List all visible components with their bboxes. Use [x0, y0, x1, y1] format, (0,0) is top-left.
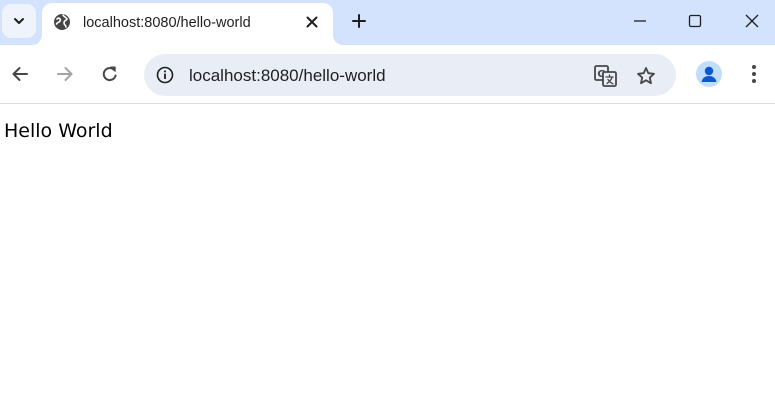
- browser-window: localhost:8080/hello-world localhost:808…: [0, 0, 775, 404]
- tab-strip: localhost:8080/hello-world: [0, 0, 775, 45]
- reload-icon: [102, 66, 117, 82]
- minimize-button[interactable]: [611, 0, 669, 42]
- url-text[interactable]: localhost:8080/hello-world: [189, 66, 386, 86]
- translate-icon: G: [594, 65, 617, 87]
- back-arrow-icon: [12, 67, 28, 81]
- reload-button[interactable]: [94, 58, 126, 90]
- close-icon: [306, 16, 318, 28]
- profile-button[interactable]: [696, 61, 722, 87]
- bookmark-button[interactable]: [633, 63, 659, 89]
- close-tab-button[interactable]: [301, 11, 323, 33]
- new-tab-button[interactable]: [346, 8, 372, 34]
- plus-icon: [352, 14, 366, 28]
- toolbar: localhost:8080/hello-world G: [0, 45, 775, 104]
- page-content: Hello World: [0, 105, 775, 404]
- back-button[interactable]: [4, 58, 36, 90]
- more-vert-icon: [752, 65, 756, 83]
- maximize-icon: [688, 14, 702, 28]
- forward-arrow-icon: [57, 67, 73, 81]
- address-bar[interactable]: localhost:8080/hello-world G: [144, 54, 676, 96]
- globe-icon: [54, 14, 70, 30]
- page-body-text: Hello World: [4, 120, 113, 142]
- minimize-icon: [634, 20, 646, 22]
- maximize-button[interactable]: [666, 0, 724, 42]
- star-icon: [637, 67, 655, 85]
- info-icon: [156, 66, 174, 84]
- tab-title: localhost:8080/hello-world: [83, 15, 251, 31]
- chevron-down-icon: [14, 18, 24, 24]
- person-icon: [701, 66, 717, 82]
- site-info-button[interactable]: [153, 63, 177, 87]
- tab-search-button[interactable]: [2, 4, 36, 38]
- forward-button[interactable]: [49, 58, 81, 90]
- tab-active[interactable]: localhost:8080/hello-world: [42, 3, 333, 45]
- translate-button[interactable]: G: [593, 63, 619, 89]
- menu-button[interactable]: [741, 58, 767, 90]
- close-icon: [745, 14, 759, 28]
- close-window-button[interactable]: [723, 0, 775, 42]
